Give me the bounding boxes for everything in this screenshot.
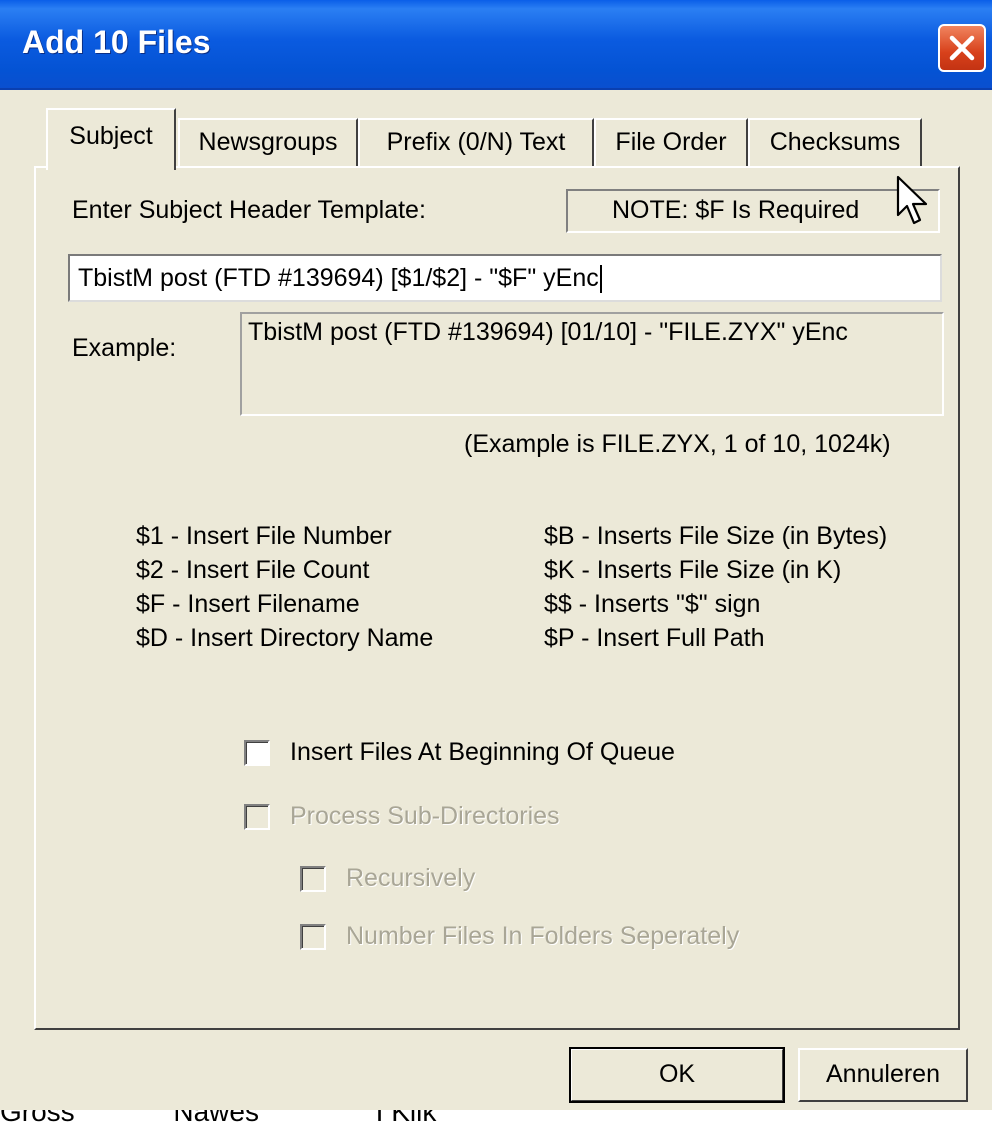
number-separately-checkbox[interactable] <box>300 924 326 950</box>
bottom-text: Gross 'Nawes I Klik <box>0 1110 437 1127</box>
note-text: NOTE: $F Is Required <box>612 196 860 224</box>
insert-at-beginning-checkbox[interactable] <box>244 740 270 766</box>
subject-template-input[interactable]: TbistM post (FTD #139694) [$1/$2] - "$F"… <box>68 254 942 302</box>
legend-item-full-path: $P - Insert Full Path <box>544 624 765 652</box>
process-subdirs-checkbox[interactable] <box>244 804 270 830</box>
legend-item-file-count: $2 - Insert File Count <box>136 556 370 584</box>
tab-file-order[interactable]: File Order <box>594 118 748 166</box>
legend-item-file-number: $1 - Insert File Number <box>136 522 392 550</box>
tab-prefix-text[interactable]: Prefix (0/N) Text <box>358 118 594 166</box>
note-required: NOTE: $F Is Required <box>566 189 940 233</box>
bottom-text-strip: Gross 'Nawes I Klik <box>0 1110 992 1130</box>
legend-item-dollar-sign: $$ - Inserts "$" sign <box>544 590 761 618</box>
tab-subject[interactable]: Subject <box>46 108 176 170</box>
text-caret <box>599 265 602 294</box>
number-separately-label: Number Files In Folders Seperately <box>346 922 740 950</box>
insert-at-beginning-label[interactable]: Insert Files At Beginning Of Queue <box>290 738 675 767</box>
mouse-pointer-icon <box>896 175 928 225</box>
example-output-box: TbistM post (FTD #139694) [01/10] - "FIL… <box>240 312 944 416</box>
process-subdirs-label: Process Sub-Directories <box>290 802 560 830</box>
recursively-label: Recursively <box>346 864 476 892</box>
close-button[interactable] <box>938 24 986 72</box>
add-files-dialog: Add 10 Files Subject Newsgroups Prefix (… <box>0 0 992 1110</box>
ok-button[interactable]: OK <box>569 1047 785 1103</box>
example-label: Example: <box>72 334 177 362</box>
window-title: Add 10 Files <box>22 24 211 60</box>
example-caption: (Example is FILE.ZYX, 1 of 10, 1024k) <box>464 430 891 458</box>
subject-template-value: TbistM post (FTD #139694) [$1/$2] - "$F"… <box>78 264 599 292</box>
tab-newsgroups[interactable]: Newsgroups <box>178 118 358 166</box>
legend-item-directory-name: $D - Insert Directory Name <box>136 624 434 652</box>
tab-checksums[interactable]: Checksums <box>748 118 922 166</box>
recursively-checkbox[interactable] <box>300 866 326 892</box>
legend-item-size-bytes: $B - Inserts File Size (in Bytes) <box>544 522 888 550</box>
template-label: Enter Subject Header Template: <box>72 196 426 224</box>
legend-item-filename: $F - Insert Filename <box>136 590 360 618</box>
legend-item-size-k: $K - Inserts File Size (in K) <box>544 556 842 584</box>
cancel-button[interactable]: Annuleren <box>798 1048 968 1102</box>
example-value: TbistM post (FTD #139694) [01/10] - "FIL… <box>248 318 848 346</box>
title-bar[interactable]: Add 10 Files <box>0 0 992 90</box>
close-x-icon <box>949 35 975 61</box>
